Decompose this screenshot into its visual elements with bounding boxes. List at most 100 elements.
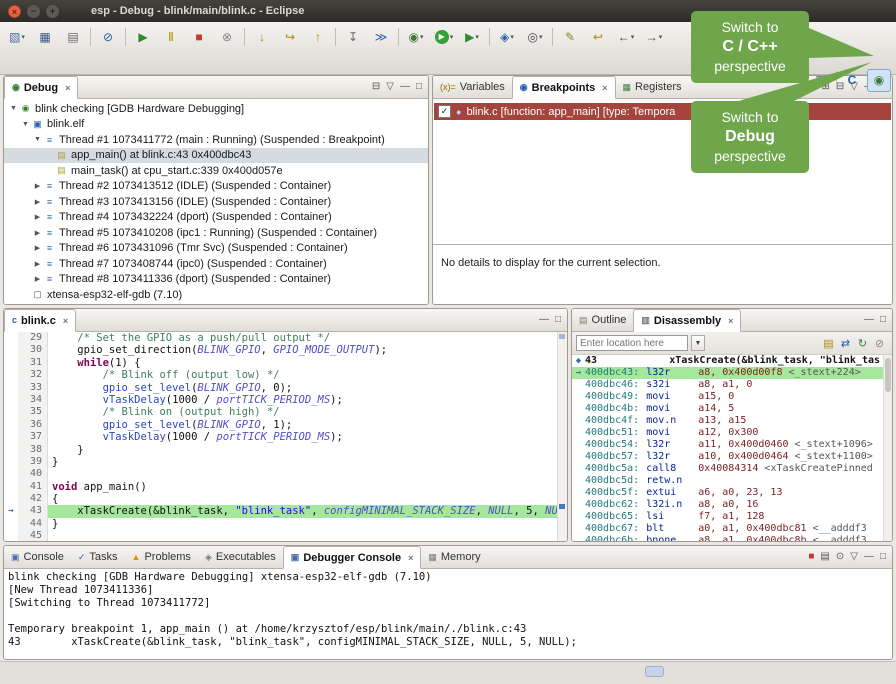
annotation-ruler[interactable] xyxy=(4,344,18,356)
debug-tree-row[interactable]: ▢xtensa-esp32-elf-gdb (7.10) xyxy=(4,287,428,303)
show-source-icon[interactable]: ▤ xyxy=(820,337,837,350)
debug-tree-row[interactable]: ▶≡Thread #2 1073413512 (IDLE) (Suspended… xyxy=(4,179,428,195)
minimize-icon[interactable]: — xyxy=(864,315,874,325)
new-button[interactable]: ▧▾ xyxy=(3,25,31,49)
editor-tab-blink-c[interactable]: cblink.c× xyxy=(4,309,76,332)
code-line[interactable]: 44} xyxy=(4,518,567,530)
debug-tree-row[interactable]: ▼≡Thread #1 1073411772 (main : Running) … xyxy=(4,132,428,148)
annotation-ruler[interactable] xyxy=(4,493,18,505)
drop-to-frame-button[interactable]: ↧ xyxy=(339,25,367,49)
forward-button[interactable]: →▾ xyxy=(640,25,668,49)
console-tab-problems[interactable]: ▲Problems xyxy=(125,546,198,568)
code-line[interactable]: 31 while(1) { xyxy=(4,357,567,369)
print-button[interactable]: ▤ xyxy=(59,25,87,49)
maximize-icon[interactable]: □ xyxy=(555,315,561,325)
maximize-icon[interactable]: □ xyxy=(880,552,886,562)
disassembly-tab-disassembly[interactable]: ▥Disassembly× xyxy=(633,309,741,332)
disassembly-row[interactable]: →400dbc43:l32ra8, 0x400d00f8 <_stext+224… xyxy=(572,367,892,379)
overview-ruler[interactable] xyxy=(557,332,567,541)
annotation-ruler[interactable] xyxy=(4,369,18,381)
annotation-ruler[interactable] xyxy=(4,530,18,541)
disassembly-source-row[interactable]: ◆43 xTaskCreate(&blink_task, "blink_tas xyxy=(572,355,892,367)
debug-tree-row[interactable]: ▤main_task() at cpu_start.c:339 0x400d05… xyxy=(4,163,428,179)
debug-tree-row[interactable]: ▤app_main() at blink.c:43 0x400dbc43 xyxy=(4,148,428,164)
lock-icon[interactable]: ⊘ xyxy=(871,337,888,350)
step-into-button[interactable]: ↓ xyxy=(248,25,276,49)
disassembly-row[interactable]: 400dbc62:l32i.na8, a0, 16 xyxy=(572,499,892,511)
last-edit-location-button[interactable]: ↩ xyxy=(584,25,612,49)
code-line[interactable]: 33 gpio_set_level(BLINK_GPIO, 0); xyxy=(4,382,567,394)
maximize-icon[interactable]: □ xyxy=(416,82,422,92)
annotation-ruler[interactable] xyxy=(4,382,18,394)
minimize-icon[interactable]: — xyxy=(539,315,549,325)
disassembly-row[interactable]: 400dbc46:s32ia8, a1, 0 xyxy=(572,379,892,391)
tree-expander-icon[interactable]: ▼ xyxy=(8,105,19,112)
collapse-all-icon[interactable]: ⊟ xyxy=(372,82,380,92)
annotation-ruler[interactable] xyxy=(4,357,18,369)
disassembly-row[interactable]: 400dbc51:movia12, 0x300 xyxy=(572,427,892,439)
console-tab-console[interactable]: ▣Console xyxy=(4,546,71,568)
toggle-mark-occurrences-button[interactable]: ✎ xyxy=(556,25,584,49)
debug-tree-row[interactable]: ▼◉blink checking [GDB Hardware Debugging… xyxy=(4,101,428,117)
tree-expander-icon[interactable]: ▶ xyxy=(32,182,43,190)
close-tab-icon[interactable]: × xyxy=(65,83,70,93)
breakpoint-checkbox[interactable]: ✓ xyxy=(438,105,451,118)
debug-tree-row[interactable]: ▼▣blink.elf xyxy=(4,117,428,133)
annotation-ruler[interactable] xyxy=(4,419,18,431)
resume-button[interactable]: ▶ xyxy=(129,25,157,49)
debug-tree-row[interactable]: ▶≡Thread #3 1073413156 (IDLE) (Suspended… xyxy=(4,194,428,210)
tree-expander-icon[interactable]: ▶ xyxy=(32,244,43,252)
location-input[interactable] xyxy=(576,335,688,351)
breakpoint-row[interactable]: ✓ ● blink.c [function: app_main] [type: … xyxy=(434,103,891,120)
disassembly-scrollbar[interactable] xyxy=(883,355,892,541)
code-line[interactable]: 39} xyxy=(4,456,567,468)
debugger-console-output[interactable]: blink checking [GDB Hardware Debugging] … xyxy=(4,569,892,659)
close-tab-icon[interactable]: × xyxy=(63,316,68,326)
instruction-pointer-icon[interactable]: → xyxy=(4,505,18,517)
sync-selection-icon[interactable]: ⇄ xyxy=(837,337,854,350)
annotation-ruler[interactable] xyxy=(4,481,18,493)
terminate-icon[interactable]: ■ xyxy=(808,552,814,562)
disassembly-row[interactable]: 400dbc65:lsif7, a1, 128 xyxy=(572,511,892,523)
view-menu-icon[interactable]: ▽ xyxy=(386,82,394,92)
clear-console-icon[interactable]: ▤ xyxy=(820,552,829,562)
step-over-button[interactable]: ↪ xyxy=(276,25,304,49)
annotation-ruler[interactable] xyxy=(4,468,18,480)
right-tab-variables[interactable]: (x)=Variables xyxy=(433,76,512,98)
back-button[interactable]: ←▾ xyxy=(612,25,640,49)
disassembly-row[interactable]: 400dbc5d:retw.n xyxy=(572,475,892,487)
new-cpp-class-button[interactable]: ◈▾ xyxy=(493,25,521,49)
tree-expander-icon[interactable]: ▼ xyxy=(20,121,31,128)
code-line[interactable]: 32 /* Blink off (output low) */ xyxy=(4,369,567,381)
console-tab-memory[interactable]: ▦Memory xyxy=(421,546,487,568)
code-line[interactable]: →43 xTaskCreate(&blink_task, "blink_task… xyxy=(4,505,567,517)
tree-expander-icon[interactable]: ▶ xyxy=(32,260,43,268)
debug-button[interactable]: ◉▾ xyxy=(402,25,430,49)
refresh-icon[interactable]: ↻ xyxy=(854,337,871,350)
disassembly-row[interactable]: 400dbc54:l32ra11, 0x400d0460 <_stext+109… xyxy=(572,439,892,451)
tree-expander-icon[interactable]: ▶ xyxy=(32,229,43,237)
disassembly-row[interactable]: 400dbc49:movia15, 0 xyxy=(572,391,892,403)
skip-all-breakpoints-button[interactable]: ⊘ xyxy=(94,25,122,49)
close-tab-icon[interactable]: × xyxy=(728,316,733,326)
code-line[interactable]: 30 gpio_set_direction(BLINK_GPIO, GPIO_M… xyxy=(4,344,567,356)
console-tab-tasks[interactable]: ✓Tasks xyxy=(71,546,125,568)
close-tab-icon[interactable]: × xyxy=(602,83,607,93)
instruction-stepping-button[interactable]: ≫ xyxy=(367,25,395,49)
code-line[interactable]: 29 /* Set the GPIO as a push/pull output… xyxy=(4,332,567,344)
code-line[interactable]: 35 /* Blink on (output high) */ xyxy=(4,406,567,418)
annotation-ruler[interactable] xyxy=(4,332,18,344)
console-tab-debugger-console[interactable]: ▣Debugger Console× xyxy=(283,546,422,569)
step-return-button[interactable]: ↑ xyxy=(304,25,332,49)
code-line[interactable]: 34 vTaskDelay(1000 / portTICK_PERIOD_MS)… xyxy=(4,394,567,406)
annotation-ruler[interactable] xyxy=(4,406,18,418)
cpp-perspective-button[interactable]: C xyxy=(840,69,864,92)
annotation-ruler[interactable] xyxy=(4,394,18,406)
tree-expander-icon[interactable]: ▶ xyxy=(32,275,43,283)
disassembly-row[interactable]: 400dbc6b:bnonea8, a1, 0x400dbc8b <__addd… xyxy=(572,535,892,541)
debug-tree-row[interactable]: ▶≡Thread #4 1073432224 (dport) (Suspende… xyxy=(4,210,428,226)
window-close-button[interactable]: × xyxy=(8,5,21,18)
disassembly-row[interactable]: 400dbc67:blta0, a1, 0x400dbc81 <__adddf3 xyxy=(572,523,892,535)
annotation-ruler[interactable] xyxy=(4,518,18,530)
debug-tree-row[interactable]: ▶≡Thread #7 1073408744 (ipc0) (Suspended… xyxy=(4,256,428,272)
